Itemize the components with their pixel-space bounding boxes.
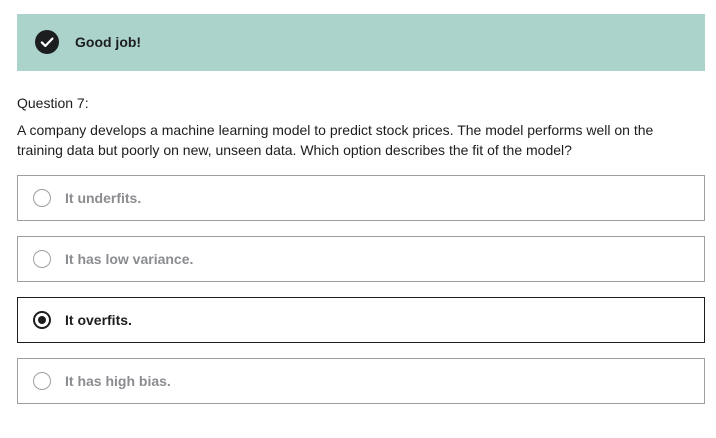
radio-button[interactable] [33, 372, 51, 390]
radio-button-selected[interactable] [33, 311, 51, 329]
check-circle-icon [35, 30, 59, 54]
answer-option-label: It underfits. [65, 190, 142, 206]
result-banner: Good job! [17, 14, 705, 71]
answer-option-underfits[interactable]: It underfits. [17, 175, 705, 221]
answer-option-high-bias[interactable]: It has high bias. [17, 358, 705, 404]
radio-button[interactable] [33, 189, 51, 207]
answer-option-overfits[interactable]: It overfits. [17, 297, 705, 343]
answer-option-label: It has low variance. [65, 251, 194, 267]
answer-option-low-variance[interactable]: It has low variance. [17, 236, 705, 282]
radio-selected-dot [38, 316, 46, 324]
question-prompt: A company develops a machine learning mo… [17, 122, 654, 158]
result-message: Good job! [75, 34, 142, 50]
answer-option-label: It overfits. [65, 312, 132, 328]
answer-option-label: It has high bias. [65, 373, 171, 389]
radio-button[interactable] [33, 250, 51, 268]
question-number: Question 7: [17, 95, 89, 111]
